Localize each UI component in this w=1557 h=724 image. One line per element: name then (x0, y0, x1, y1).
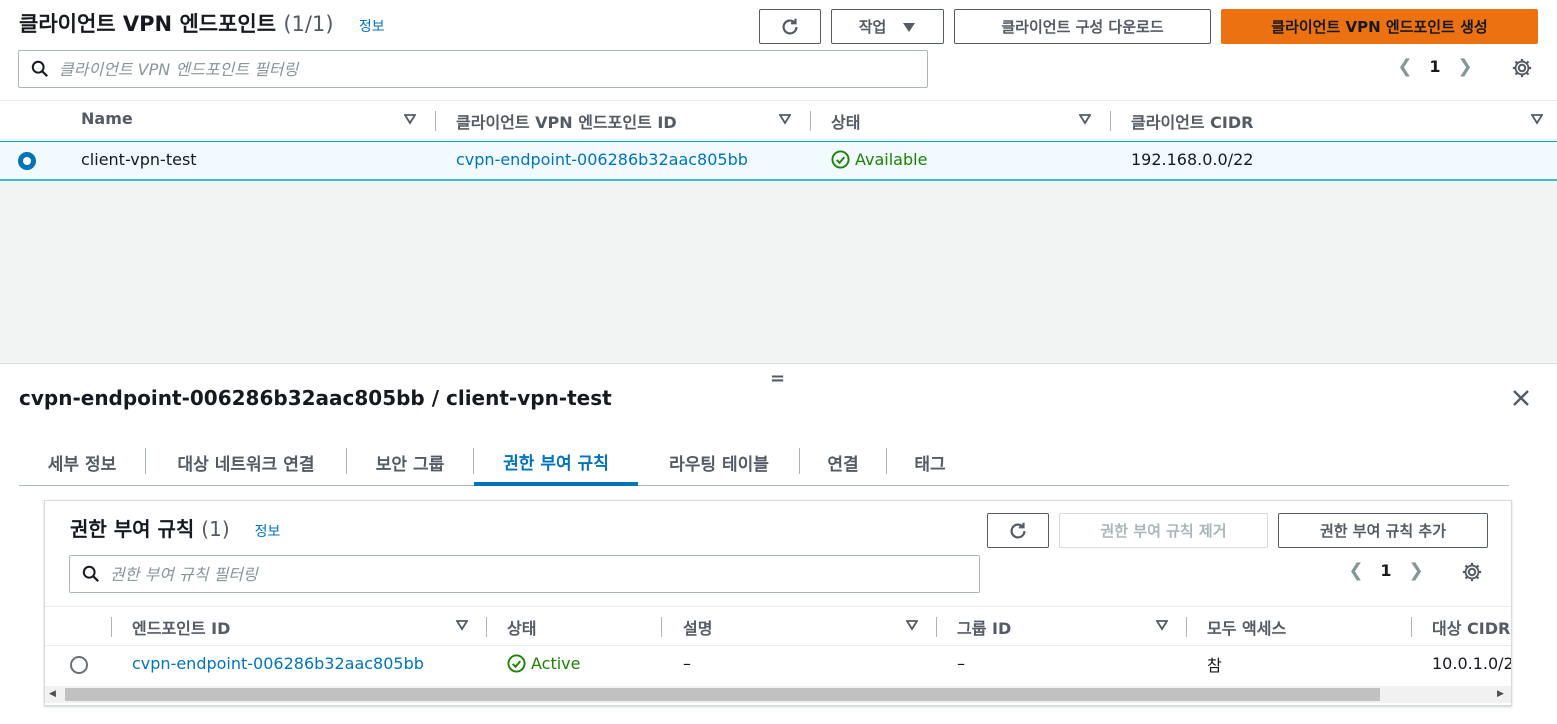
page-number[interactable]: 1 (1371, 561, 1401, 580)
close-icon[interactable] (1508, 385, 1534, 411)
remove-rule-button[interactable]: 권한 부여 규칙 제거 (1059, 513, 1268, 548)
refresh-button[interactable] (759, 9, 821, 44)
rules-search-input[interactable] (110, 564, 910, 584)
column-header-group-id[interactable]: 그룹 ID (957, 615, 1011, 639)
column-header-client-cidr[interactable]: 클라이언트 CIDR (1131, 109, 1253, 133)
status-badge: Active (507, 654, 581, 673)
sort-caret-icon[interactable] (456, 619, 468, 631)
download-config-button[interactable]: 클라이언트 구성 다운로드 (954, 9, 1211, 44)
sort-caret-icon[interactable] (906, 619, 918, 631)
cell-destination-cidr: 10.0.1.0/2 (1432, 654, 1512, 673)
row-radio-selected[interactable] (18, 152, 36, 170)
column-divider[interactable] (810, 111, 811, 131)
column-header-name[interactable]: Name (81, 109, 133, 128)
settings-gear-icon[interactable] (1461, 561, 1483, 583)
column-divider[interactable] (111, 617, 112, 637)
cell-name: client-vpn-test (81, 150, 197, 169)
settings-gear-icon[interactable] (1511, 57, 1533, 79)
column-divider[interactable] (936, 617, 937, 637)
column-header-status[interactable]: 상태 (831, 109, 860, 133)
chevron-right-icon[interactable]: ❯ (1401, 560, 1431, 581)
item-count: (1) (201, 517, 230, 541)
column-header-status[interactable]: 상태 (507, 615, 536, 639)
cell-client-cidr: 192.168.0.0/22 (1131, 150, 1254, 169)
create-endpoint-button[interactable]: 클라이언트 VPN 엔드포인트 생성 (1221, 9, 1538, 44)
column-header-endpoint-id[interactable]: 클라이언트 VPN 엔드포인트 ID (456, 109, 677, 133)
row-radio[interactable] (70, 656, 88, 674)
pagination: ❮ 1 ❯ (1390, 56, 1480, 77)
search-icon (82, 565, 99, 582)
info-link[interactable]: 정보 (359, 19, 385, 35)
endpoint-search-input[interactable] (59, 59, 859, 79)
add-rule-button[interactable]: 권한 부여 규칙 추가 (1278, 513, 1488, 548)
section-title: 권한 부여 규칙 (1) 정보 (70, 517, 281, 541)
endpoint-id-link[interactable]: cvpn-endpoint-006286b32aac805bb (132, 654, 424, 673)
chevron-right-icon[interactable]: ❯ (1450, 56, 1480, 77)
sort-caret-icon[interactable] (1079, 113, 1091, 125)
actions-dropdown-button[interactable]: 작업 (831, 9, 944, 44)
column-divider[interactable] (661, 617, 662, 637)
endpoints-table-header: Name 클라이언트 VPN 엔드포인트 ID 상태 클라이언트 CIDR (0, 100, 1557, 140)
scroll-right-arrow-icon[interactable]: ▶ (1497, 689, 1504, 699)
chevron-left-icon[interactable]: ❮ (1390, 56, 1420, 77)
pagination: ❮ 1 ❯ (1341, 560, 1431, 581)
endpoint-search[interactable] (18, 50, 928, 88)
sort-caret-icon[interactable] (1156, 619, 1168, 631)
column-divider[interactable] (1186, 617, 1187, 637)
refresh-button[interactable] (987, 513, 1049, 548)
authorization-rules-container: 권한 부여 규칙 (1) 정보 권한 부여 규칙 제거 권한 부여 규칙 추가 … (44, 500, 1512, 706)
sort-caret-icon[interactable] (779, 113, 791, 125)
table-row[interactable]: client-vpn-test cvpn-endpoint-006286b32a… (0, 141, 1557, 181)
cell-all-access: 참 (1207, 656, 1222, 675)
tab-target-network[interactable]: 대상 네트워크 연결 (146, 440, 346, 485)
check-circle-icon (831, 150, 850, 169)
endpoint-id-link[interactable]: cvpn-endpoint-006286b32aac805bb (456, 150, 748, 169)
split-panel-title: cvpn-endpoint-006286b32aac805bb / client… (19, 386, 612, 410)
tab-security-groups[interactable]: 보안 그룹 (347, 440, 473, 485)
item-count: (1/1) (283, 12, 334, 36)
column-header-all-access[interactable]: 모두 액세스 (1207, 615, 1286, 639)
horizontal-scrollbar[interactable]: ◀ ▶ (45, 686, 1511, 703)
tab-authorization-rules[interactable]: 권한 부여 규칙 (474, 440, 638, 486)
scroll-left-arrow-icon[interactable]: ◀ (49, 689, 56, 699)
caret-down-icon (903, 22, 916, 32)
search-icon (31, 60, 48, 77)
column-header-endpoint-id[interactable]: 엔드포인트 ID (132, 615, 230, 639)
info-link[interactable]: 정보 (255, 524, 281, 540)
status-badge: Available (831, 150, 927, 169)
tab-tags[interactable]: 태그 (887, 440, 973, 485)
column-divider[interactable] (1411, 617, 1412, 637)
sort-caret-icon[interactable] (404, 113, 416, 125)
column-header-description[interactable]: 설명 (683, 615, 712, 639)
column-divider[interactable] (486, 617, 487, 637)
table-row[interactable]: cvpn-endpoint-006286b32aac805bb Active –… (45, 646, 1511, 686)
tab-route-table[interactable]: 라우팅 테이블 (641, 440, 797, 485)
scrollbar-thumb[interactable] (65, 688, 1380, 701)
column-divider[interactable] (435, 111, 436, 131)
check-circle-icon (507, 654, 526, 673)
tab-connections[interactable]: 연결 (800, 440, 886, 485)
detail-tabs: 세부 정보 대상 네트워크 연결 보안 그룹 권한 부여 규칙 라우팅 테이블 … (19, 440, 1509, 486)
rules-table-header: 엔드포인트 ID 상태 설명 그룹 ID 모두 액세스 대상 CIDR (45, 606, 1511, 646)
cell-description: – (683, 654, 691, 673)
page-number[interactable]: 1 (1420, 57, 1450, 76)
column-divider[interactable] (1110, 111, 1111, 131)
split-panel-drag-handle[interactable]: = (770, 368, 785, 389)
cell-group-id: – (957, 654, 965, 673)
refresh-icon (1010, 522, 1026, 539)
chevron-left-icon[interactable]: ❮ (1341, 560, 1371, 581)
tab-details[interactable]: 세부 정보 (19, 440, 145, 485)
sort-caret-icon[interactable] (1531, 113, 1543, 125)
refresh-icon (782, 18, 798, 35)
page-title: 클라이언트 VPN 엔드포인트 (1/1) 정보 (19, 12, 385, 36)
column-header-destination-cidr[interactable]: 대상 CIDR (1432, 615, 1510, 639)
actions-label: 작업 (858, 18, 887, 36)
empty-table-area (0, 181, 1557, 364)
rules-search[interactable] (69, 555, 980, 593)
